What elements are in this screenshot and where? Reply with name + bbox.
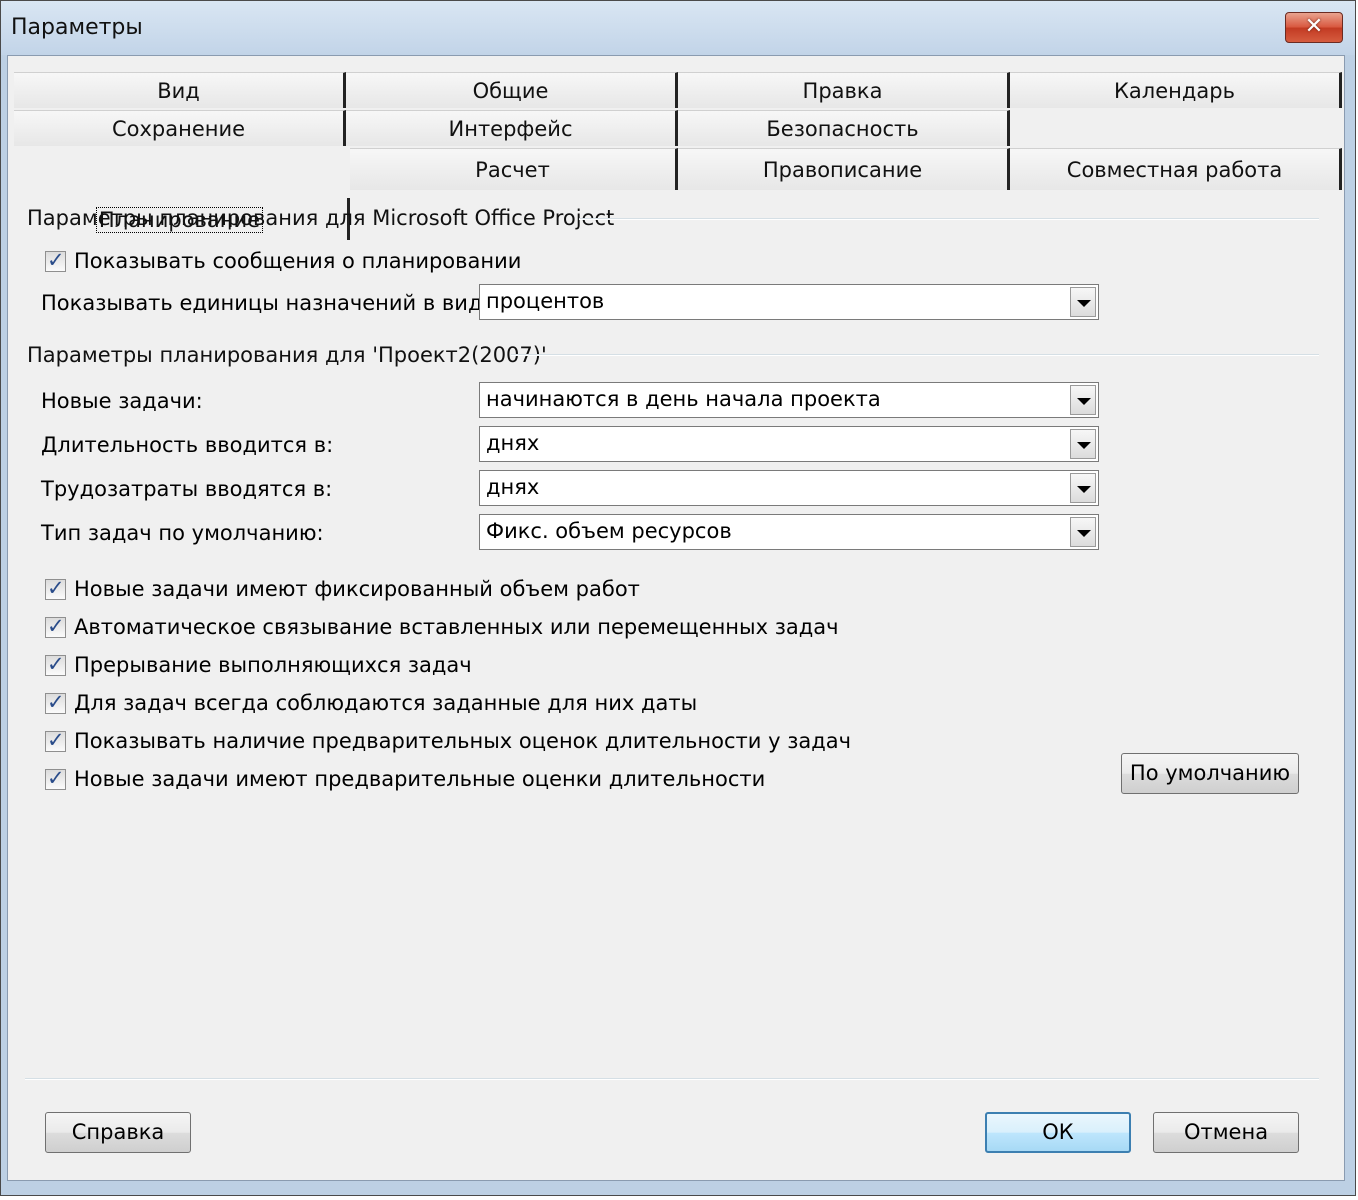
help-button[interactable]: Справка: [45, 1112, 191, 1153]
tab-label: Календарь: [1114, 79, 1235, 103]
check-icon: ✓: [47, 652, 65, 676]
show-estimated-checkbox[interactable]: ✓: [45, 728, 66, 752]
check-icon: ✓: [47, 766, 65, 790]
fixed-work-label: Новые задачи имеют фиксированный объем р…: [74, 577, 640, 601]
autolink-label: Автоматическое связывание вставленных ил…: [74, 615, 839, 639]
autolink-checkbox[interactable]: ✓: [45, 614, 66, 638]
tab-view[interactable]: Вид: [14, 72, 346, 108]
new-estimated-label: Новые задачи имеют предварительные оценк…: [74, 767, 766, 791]
tab-label: Совместная работа: [1066, 158, 1283, 182]
tab-label: Интерфейс: [448, 117, 573, 141]
work-value: днях: [486, 475, 540, 499]
title-bar[interactable]: Параметры ✕: [1, 1, 1355, 55]
close-button[interactable]: ✕: [1285, 12, 1343, 43]
tab-label: Правописание: [762, 158, 923, 182]
duration-combo[interactable]: днях: [479, 426, 1099, 462]
tab-label: Правка: [802, 79, 883, 103]
work-combo[interactable]: днях: [479, 470, 1099, 506]
tab-edit[interactable]: Правка: [678, 72, 1010, 108]
task-type-value: Фикс. объем ресурсов: [486, 519, 732, 543]
check-icon: ✓: [47, 728, 65, 752]
cancel-button[interactable]: Отмена: [1153, 1112, 1299, 1153]
ok-button[interactable]: ОК: [985, 1112, 1131, 1153]
show-messages-label: Показывать сообщения о планировании: [74, 249, 522, 273]
show-messages-checkbox[interactable]: ✓: [45, 248, 66, 272]
task-type-label: Тип задач по умолчанию:: [41, 521, 324, 545]
tab-security[interactable]: Безопасность: [678, 110, 1010, 146]
work-label: Трудозатраты вводятся в:: [41, 477, 333, 501]
duration-label: Длительность вводится в:: [41, 433, 334, 457]
group-divider: [511, 354, 1319, 356]
chevron-down-icon: [1077, 530, 1091, 537]
tab-calculation[interactable]: Расчет: [350, 148, 678, 190]
tab-collaborate[interactable]: Совместная работа: [1010, 148, 1342, 190]
tab-general[interactable]: Общие: [346, 72, 678, 108]
honor-dates-checkbox[interactable]: ✓: [45, 690, 66, 714]
units-label: Показывать единицы назначений в виде: [41, 291, 496, 315]
tab-calendar[interactable]: Календарь: [1010, 72, 1342, 108]
set-as-default-button[interactable]: По умолчанию: [1121, 753, 1299, 794]
split-tasks-checkbox[interactable]: ✓: [45, 652, 66, 676]
new-tasks-value: начинаются в день начала проекта: [486, 387, 881, 411]
units-value: процентов: [486, 289, 605, 313]
chevron-down-icon: [1077, 300, 1091, 307]
split-tasks-label: Прерывание выполняющихся задач: [74, 653, 472, 677]
window-title: Параметры: [11, 15, 143, 40]
dropdown-button[interactable]: [1070, 385, 1096, 415]
fixed-work-checkbox[interactable]: ✓: [45, 576, 66, 600]
chevron-down-icon: [1077, 486, 1091, 493]
check-icon: ✓: [47, 614, 65, 638]
new-tasks-combo[interactable]: начинаются в день начала проекта: [479, 382, 1099, 418]
show-estimated-label: Показывать наличие предварительных оцено…: [74, 729, 852, 753]
close-icon: ✕: [1304, 14, 1324, 39]
options-dialog: Параметры ✕ Вид Общие Правка Календарь С…: [0, 0, 1356, 1196]
dropdown-button[interactable]: [1070, 287, 1096, 317]
dropdown-button[interactable]: [1070, 473, 1096, 503]
tab-label: Сохранение: [111, 117, 246, 141]
dropdown-button[interactable]: [1070, 429, 1096, 459]
tab-label: Безопасность: [766, 117, 919, 141]
check-icon: ✓: [47, 690, 65, 714]
dropdown-button[interactable]: [1070, 517, 1096, 547]
tab-spelling[interactable]: Правописание: [678, 148, 1010, 190]
check-icon: ✓: [47, 576, 65, 600]
tab-interface[interactable]: Интерфейс: [346, 110, 678, 146]
tab-label: Расчет: [475, 158, 550, 182]
tab-label: Вид: [157, 79, 200, 103]
new-estimated-checkbox[interactable]: ✓: [45, 766, 66, 790]
honor-dates-label: Для задач всегда соблюдаются заданные дл…: [74, 691, 698, 715]
check-icon: ✓: [47, 248, 65, 272]
group-divider: [579, 218, 1319, 220]
footer-divider: [25, 1078, 1319, 1080]
new-tasks-label: Новые задачи:: [41, 389, 203, 413]
tab-label: Общие: [472, 79, 549, 103]
task-type-combo[interactable]: Фикс. объем ресурсов: [479, 514, 1099, 550]
chevron-down-icon: [1077, 398, 1091, 405]
tab-save[interactable]: Сохранение: [14, 110, 346, 146]
group-title-application: Параметры планирования для Microsoft Off…: [27, 206, 615, 230]
units-combo[interactable]: процентов: [479, 284, 1099, 320]
duration-value: днях: [486, 431, 540, 455]
group-title-project: Параметры планирования для 'Проект2(2007…: [27, 343, 547, 367]
chevron-down-icon: [1077, 442, 1091, 449]
